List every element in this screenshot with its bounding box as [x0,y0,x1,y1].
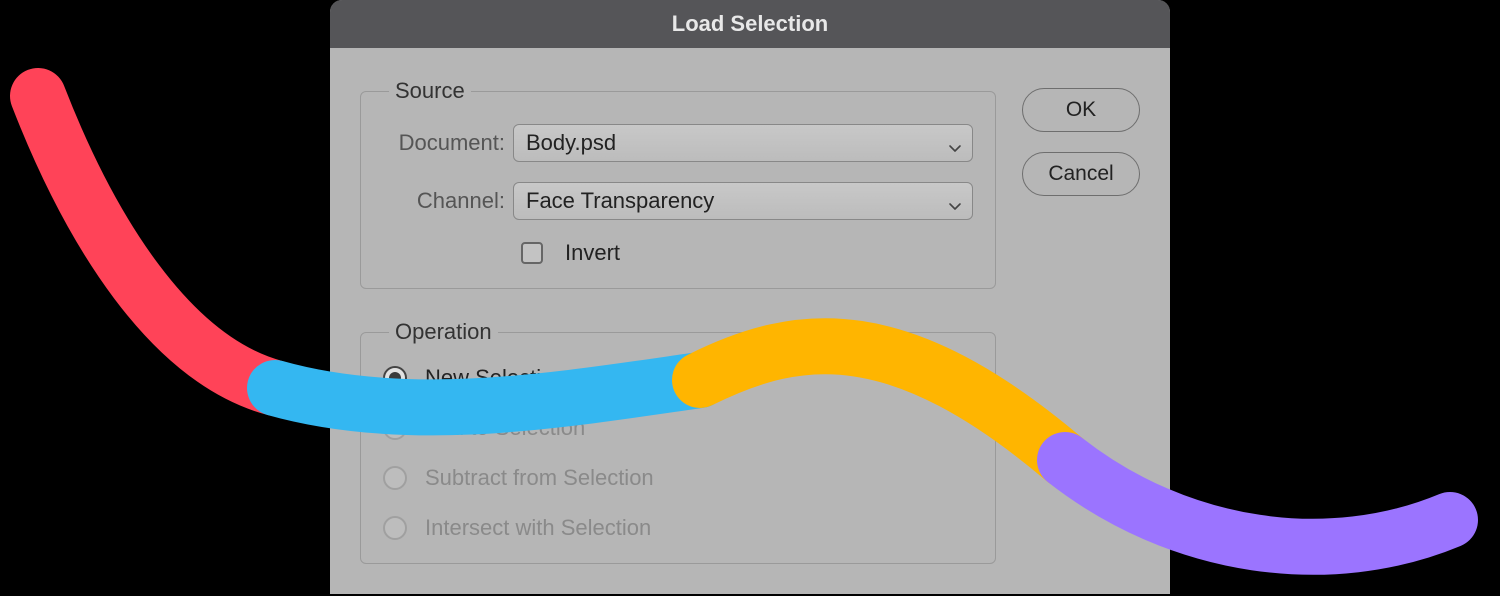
operation-legend: Operation [389,319,498,345]
chevron-down-icon [948,136,962,150]
radio-new-selection[interactable] [383,366,407,390]
radio-row-subtract-from-selection: Subtract from Selection [383,465,973,491]
document-value: Body.psd [526,130,616,156]
radio-row-add-to-selection: Add to Selection [383,415,973,441]
invert-label: Invert [565,240,620,266]
radio-label: Intersect with Selection [425,515,651,541]
radio-subtract-from-selection [383,466,407,490]
load-selection-dialog: Load Selection Source Document: Body.psd… [330,0,1170,594]
channel-label: Channel: [383,188,513,214]
chevron-down-icon [948,194,962,208]
cancel-button[interactable]: Cancel [1022,152,1140,196]
document-label: Document: [383,130,513,156]
source-fieldset: Source Document: Body.psd Channel: Face … [360,78,996,289]
ok-button[interactable]: OK [1022,88,1140,132]
radio-label: Subtract from Selection [425,465,654,491]
source-legend: Source [389,78,471,104]
invert-checkbox[interactable] [521,242,543,264]
document-dropdown[interactable]: Body.psd [513,124,973,162]
dialog-title: Load Selection [672,11,828,37]
channel-value: Face Transparency [526,188,714,214]
radio-intersect-with-selection [383,516,407,540]
dialog-titlebar: Load Selection [330,0,1170,48]
radio-label: New Selection [425,365,566,391]
operation-fieldset: Operation New Selection Add to Selection… [360,319,996,564]
radio-label: Add to Selection [425,415,585,441]
radio-row-new-selection[interactable]: New Selection [383,365,973,391]
radio-add-to-selection [383,416,407,440]
channel-dropdown[interactable]: Face Transparency [513,182,973,220]
radio-row-intersect-with-selection: Intersect with Selection [383,515,973,541]
